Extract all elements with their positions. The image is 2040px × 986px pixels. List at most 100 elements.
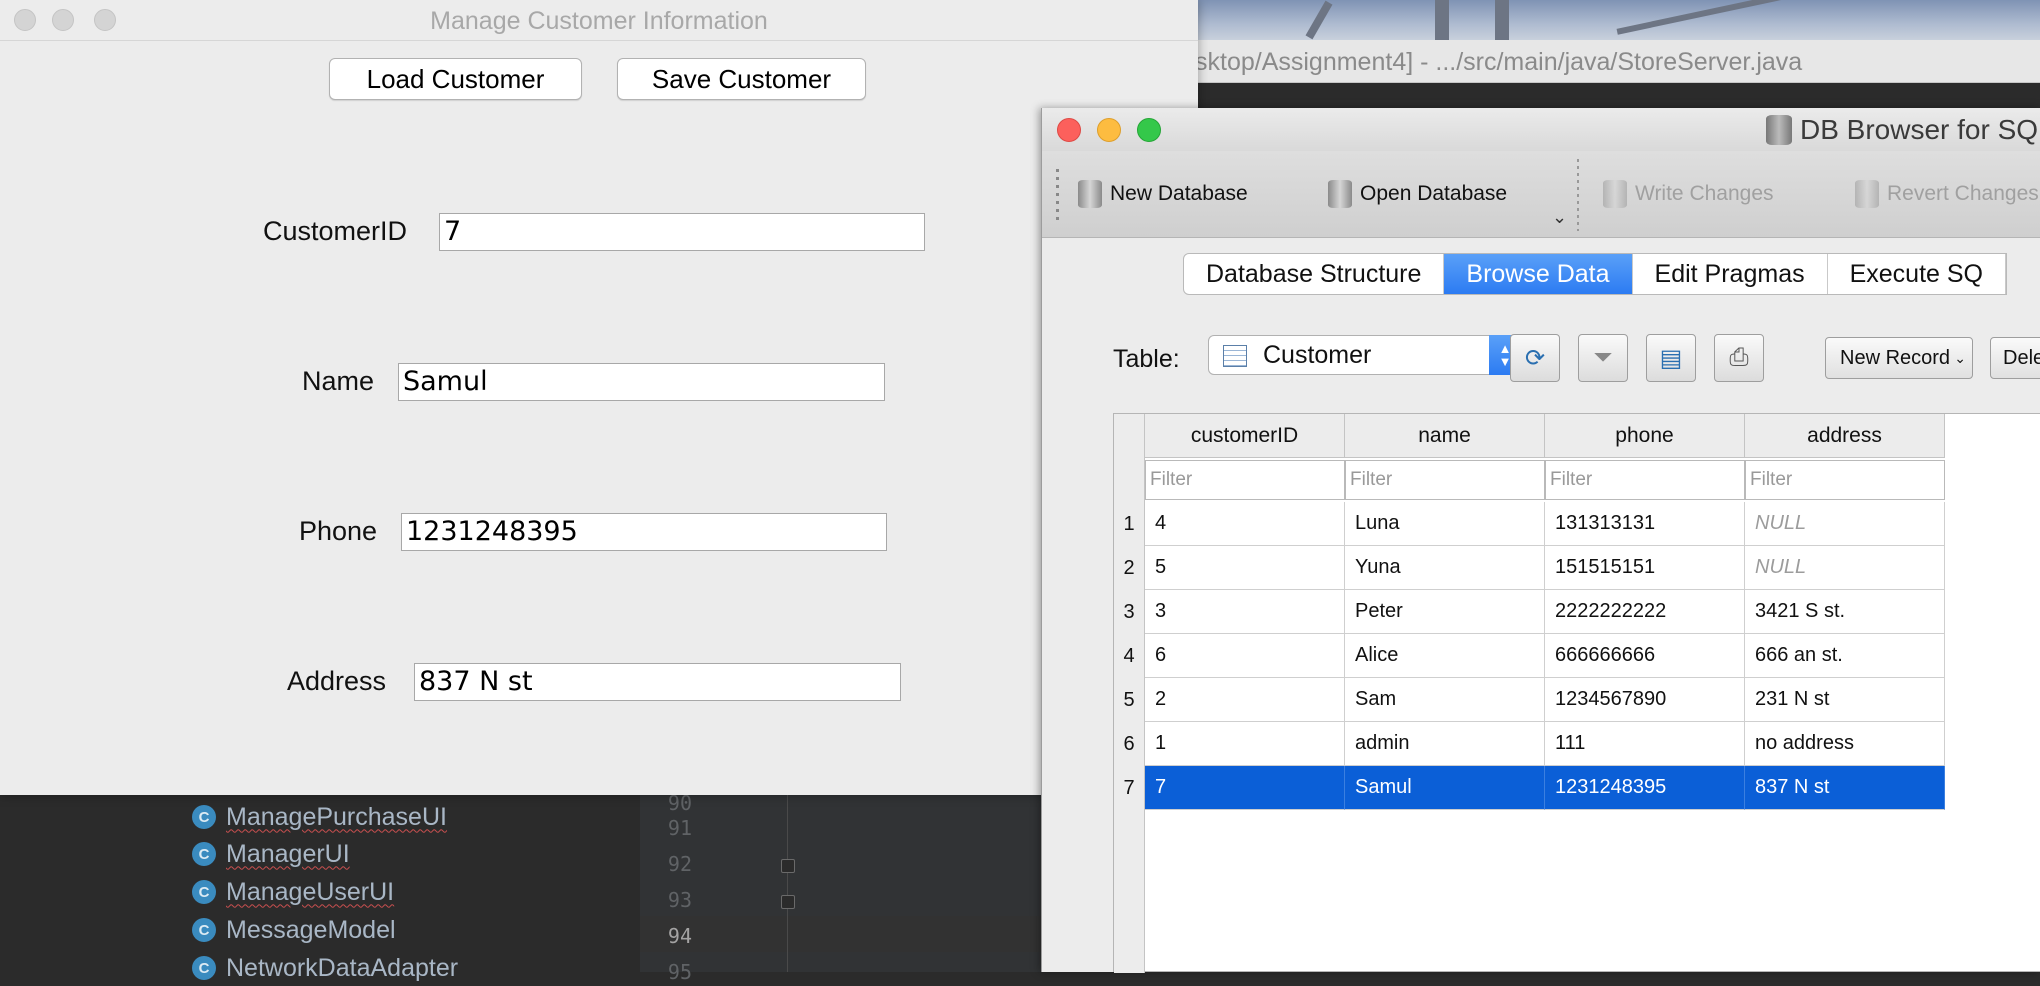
open-database-button[interactable]: Open Database	[1328, 177, 1507, 211]
tab-execute-sql[interactable]: Execute SQ	[1828, 254, 2006, 294]
cell-address[interactable]: NULL	[1745, 546, 1945, 590]
row-number[interactable]: 3	[1114, 590, 1144, 634]
tab-edit-pragmas[interactable]: Edit Pragmas	[1633, 254, 1828, 294]
cell-address[interactable]: 3421 S st.	[1745, 590, 1945, 634]
filter-input-name[interactable]: Filter	[1345, 460, 1545, 500]
refresh-button[interactable]: ⟳	[1510, 334, 1560, 382]
save-customer-button[interactable]: Save Customer	[617, 58, 866, 100]
tab-database-structure[interactable]: Database Structure	[1184, 254, 1445, 294]
cell-name[interactable]: Alice	[1345, 634, 1545, 678]
cell-name[interactable]: Peter	[1345, 590, 1545, 634]
cell-phone[interactable]: 2222222222	[1545, 590, 1745, 634]
row-number[interactable]: 6	[1114, 722, 1144, 766]
tree-item-networkdataadapter[interactable]: C NetworkDataAdapter	[192, 950, 458, 986]
line-number: 93	[667, 888, 692, 912]
cell-phone[interactable]: 151515151	[1545, 546, 1745, 590]
address-label: Address	[287, 666, 387, 696]
cell-name[interactable]: Sam	[1345, 678, 1545, 722]
filter-input-address[interactable]: Filter	[1745, 460, 1945, 500]
window-titlebar[interactable]: DB Browser for SQL	[1042, 108, 2040, 151]
tree-item-managerui[interactable]: C ManagerUI	[192, 836, 350, 872]
cell-phone[interactable]: 131313131	[1545, 502, 1745, 546]
cell-customerid[interactable]: 6	[1145, 634, 1345, 678]
phone-field[interactable]: 1231248395	[401, 513, 887, 551]
tree-item-managepurchaseui[interactable]: C ManagePurchaseUI	[192, 799, 447, 835]
toolbar-grip[interactable]	[1056, 169, 1059, 225]
row-number[interactable]: 2	[1114, 546, 1144, 590]
write-changes-button[interactable]: Write Changes	[1603, 177, 1774, 211]
cell-name[interactable]: admin	[1345, 722, 1545, 766]
cell-customerid[interactable]: 5	[1145, 546, 1345, 590]
main-tabs: Database Structure Browse Data Edit Prag…	[1183, 253, 2007, 295]
minimize-button[interactable]	[1097, 118, 1121, 142]
cell-phone[interactable]: 666666666	[1545, 634, 1745, 678]
new-record-button[interactable]: New Record ⌄	[1825, 337, 1973, 379]
ide-title: sktop/Assignment4] - .../src/main/java/S…	[1195, 48, 1803, 76]
cell-phone[interactable]: 1231248395	[1545, 766, 1745, 810]
cell-phone[interactable]: 1234567890	[1545, 678, 1745, 722]
tree-item-manageuserui[interactable]: C ManageUserUI	[192, 874, 394, 910]
column-header-name[interactable]: name	[1345, 414, 1545, 458]
row-number[interactable]: 5	[1114, 678, 1144, 722]
cell-customerid[interactable]: 4	[1145, 502, 1345, 546]
address-field[interactable]: 837 N st	[414, 663, 901, 701]
table-icon	[1223, 345, 1247, 367]
table-select-value: Customer	[1263, 341, 1372, 369]
tree-item-label: NetworkDataAdapter	[226, 953, 459, 982]
revert-changes-button[interactable]: Revert Changes	[1855, 177, 2039, 211]
table-select[interactable]: Customer ▲ ▼	[1208, 335, 1521, 375]
print-button[interactable]: ⎙	[1714, 334, 1764, 382]
cell-address[interactable]: no address	[1745, 722, 1945, 766]
customer-id-field[interactable]: 7	[439, 213, 925, 251]
column-header-address[interactable]: address	[1745, 414, 1945, 458]
cell-phone[interactable]: 111	[1545, 722, 1745, 766]
row-number[interactable]: 4	[1114, 634, 1144, 678]
row-number[interactable]: 1	[1114, 502, 1144, 546]
main-toolbar: New Database Open Database ⌄ Write Chang…	[1042, 151, 2040, 238]
new-database-button[interactable]: New Database	[1078, 177, 1248, 211]
data-grid: customerID name phone address Filter Fil…	[1113, 413, 2040, 973]
delete-record-button[interactable]: Dele	[1990, 337, 2040, 379]
class-icon: C	[192, 918, 216, 942]
cell-customerid[interactable]: 7	[1145, 766, 1345, 810]
window-title-text: DB Browser for SQL	[1800, 114, 2040, 145]
cell-name[interactable]: Samul	[1345, 766, 1545, 810]
row-number[interactable]: 7	[1114, 766, 1144, 810]
cell-customerid[interactable]: 2	[1145, 678, 1345, 722]
open-database-icon	[1328, 180, 1352, 208]
filter-input-customerid[interactable]: Filter	[1145, 460, 1345, 500]
tree-item-messagemodel[interactable]: C MessageModel	[192, 912, 396, 948]
tree-item-label: ManageUserUI	[226, 877, 395, 906]
tab-browse-data[interactable]: Browse Data	[1444, 254, 1633, 294]
write-changes-label: Write Changes	[1635, 182, 1774, 205]
chevron-down-icon[interactable]: ⌄	[1552, 207, 1567, 228]
window-titlebar[interactable]: Manage Customer Information	[0, 0, 1198, 41]
column-header-phone[interactable]: phone	[1545, 414, 1745, 458]
save-table-button[interactable]: ▤	[1646, 334, 1696, 382]
cell-address[interactable]: 231 N st	[1745, 678, 1945, 722]
print-icon: ⎙	[1729, 344, 1749, 371]
column-header-customerid[interactable]: customerID	[1145, 414, 1345, 458]
cell-address[interactable]: 666 an st.	[1745, 634, 1945, 678]
cell-customerid[interactable]: 3	[1145, 590, 1345, 634]
zoom-button[interactable]	[1137, 118, 1161, 142]
revert-changes-icon	[1855, 180, 1879, 208]
cell-name[interactable]: Luna	[1345, 502, 1545, 546]
name-label: Name	[302, 366, 375, 396]
cell-address[interactable]: NULL	[1745, 502, 1945, 546]
close-button[interactable]	[1057, 118, 1081, 142]
filter-clear-icon: ⏷	[1593, 344, 1613, 371]
name-field[interactable]: Samul	[398, 363, 885, 401]
manage-customer-window: Manage Customer Information Load Custome…	[0, 0, 1198, 795]
clear-filters-button[interactable]: ⏷	[1578, 334, 1628, 382]
cell-address[interactable]: 837 N st	[1745, 766, 1945, 810]
chevron-down-icon: ⌄	[1954, 350, 1966, 366]
write-changes-icon	[1603, 180, 1627, 208]
cell-name[interactable]: Yuna	[1345, 546, 1545, 590]
load-customer-button[interactable]: Load Customer	[329, 58, 582, 100]
cell-customerid[interactable]: 1	[1145, 722, 1345, 766]
fold-marker-icon[interactable]	[781, 859, 795, 873]
fold-marker-icon[interactable]	[781, 895, 795, 909]
class-icon: C	[192, 805, 216, 829]
filter-input-phone[interactable]: Filter	[1545, 460, 1745, 500]
